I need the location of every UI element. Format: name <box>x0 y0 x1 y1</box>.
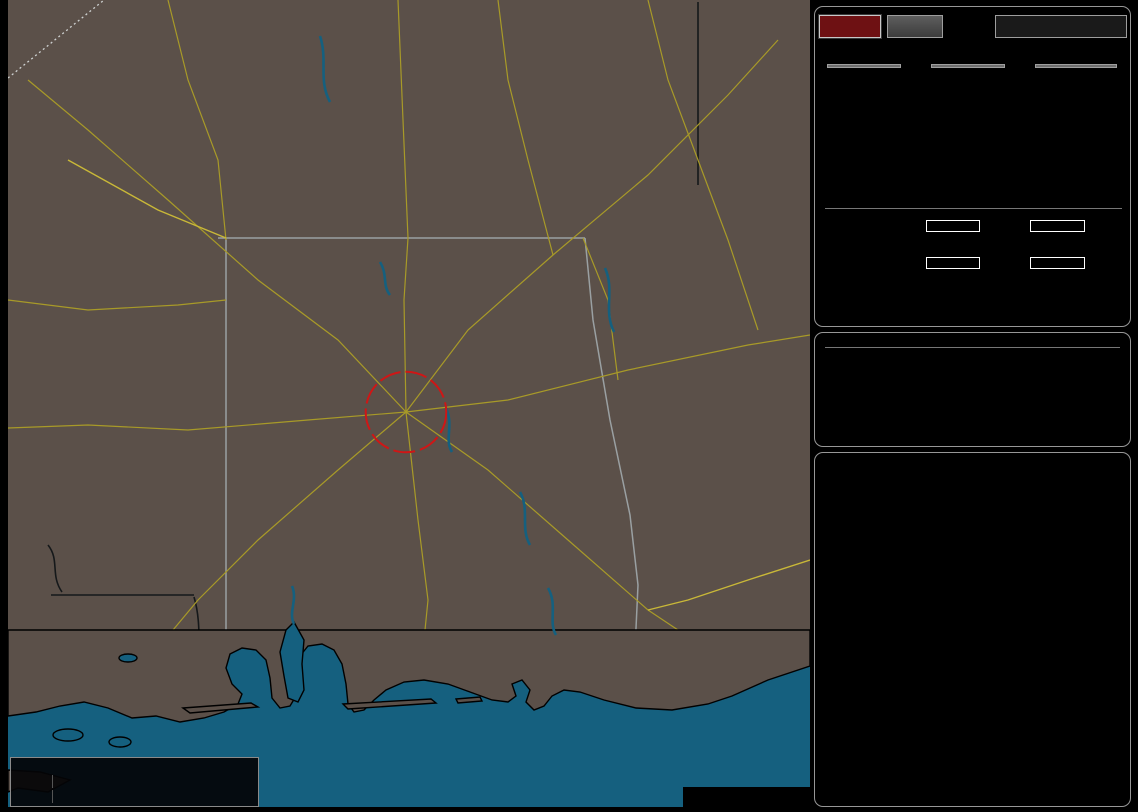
strikes-per-min-badge[interactable] <box>827 64 901 68</box>
bearing-distance-readout <box>995 15 1127 38</box>
lightning-distribution-section <box>825 204 1122 278</box>
noises-per-min-badge[interactable] <box>1034 64 1118 68</box>
strikes-column <box>825 64 903 74</box>
cg-negative-bar <box>1030 220 1085 232</box>
range-value <box>909 396 979 416</box>
app-window <box>0 0 1138 812</box>
legend-divider <box>52 775 53 788</box>
capture-label <box>979 376 1059 396</box>
lightning-map[interactable] <box>8 0 810 807</box>
status-row <box>825 396 1130 416</box>
ic-positive-bar <box>925 257 981 269</box>
trend-panel <box>814 452 1131 807</box>
noises-column <box>1032 64 1120 74</box>
stats-panel <box>814 6 1131 327</box>
strike-button[interactable] <box>819 15 881 38</box>
distribution-title <box>825 204 1122 209</box>
intracloud-row <box>825 257 1122 269</box>
marsh-lake <box>108 736 132 748</box>
squelch-label <box>825 356 909 376</box>
legend-header-row <box>16 759 258 774</box>
status-row <box>825 376 1130 396</box>
map-area[interactable] <box>8 0 810 807</box>
legend-divider <box>52 790 53 803</box>
copyright-bar <box>683 787 810 807</box>
status-panel <box>814 332 1131 447</box>
trend-graph-chart <box>815 453 1130 806</box>
status-row <box>825 356 1130 376</box>
datetime-display <box>815 333 1130 347</box>
marsh-lake <box>52 728 84 742</box>
map-legend <box>10 757 259 807</box>
capture-value <box>1059 376 1130 396</box>
upload-value <box>1059 356 1130 376</box>
receiver-label <box>979 396 1059 416</box>
receiver-value <box>1059 396 1130 416</box>
upload-label <box>979 356 1059 376</box>
legend-old-row <box>16 789 258 804</box>
noise-button[interactable] <box>887 15 943 38</box>
legend-recent-row <box>16 774 258 789</box>
close-per-min-badge[interactable] <box>931 64 1005 68</box>
persistence-label <box>825 376 909 396</box>
cg-positive-bar <box>925 220 981 232</box>
cloud-ground-row <box>825 220 1122 232</box>
status-rows <box>815 348 1130 416</box>
squelch-value <box>909 356 979 376</box>
range-label <box>825 396 909 416</box>
close-column <box>929 64 1007 74</box>
persistence-value <box>909 376 979 396</box>
ic-negative-bar <box>1030 257 1085 269</box>
